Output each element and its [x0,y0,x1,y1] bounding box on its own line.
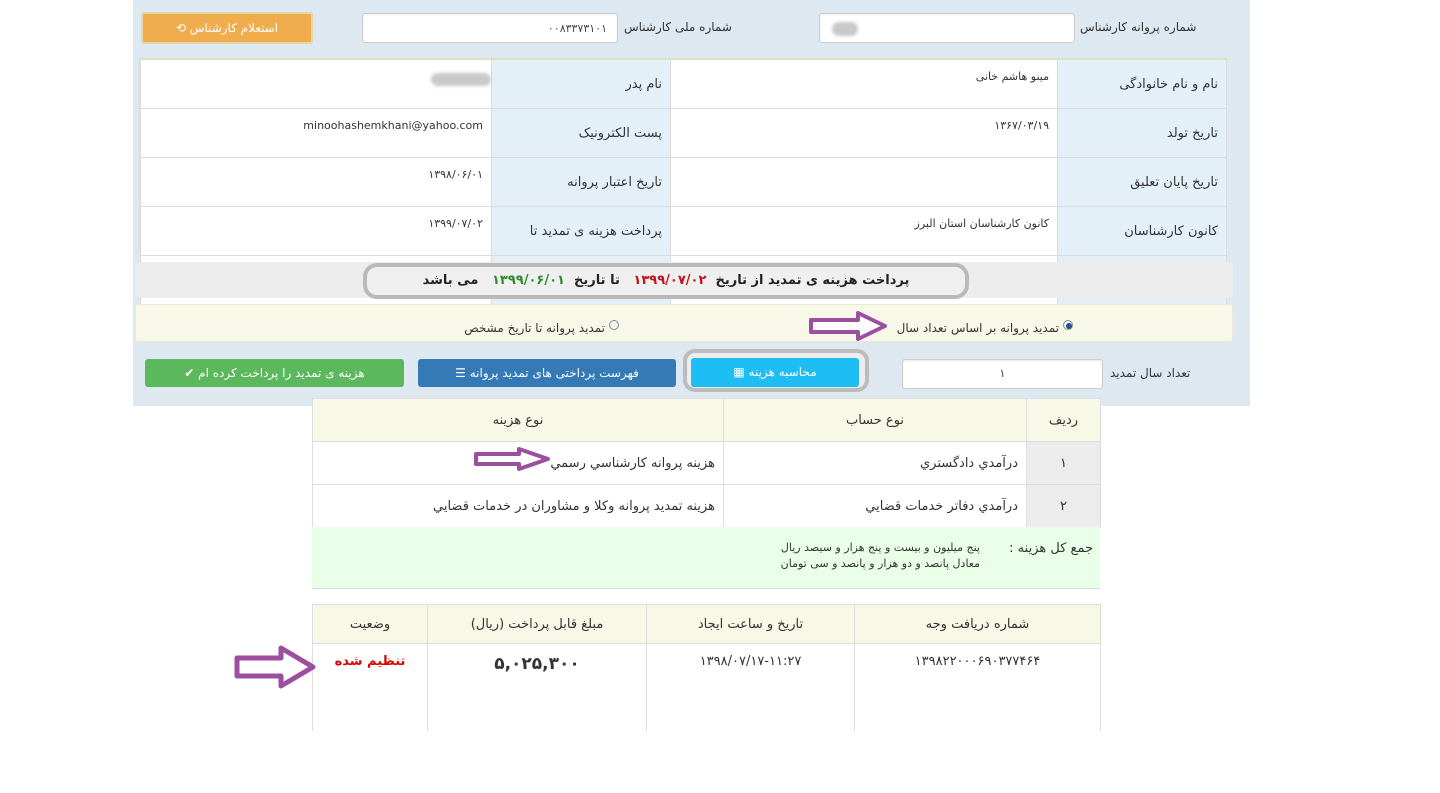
already-paid-button[interactable]: ✔ هزینه ی تمدید را پرداخت کرده ام [145,359,404,387]
fees-header-type: نوع هزینه [312,398,724,442]
fee-total-toman: معادل پانصد و دو هزار و پانصد و سی تومان [780,557,980,570]
refresh-icon: ⟲ [175,21,186,35]
fees-header-row-num: ردیف [1026,398,1101,442]
national-code-input[interactable]: ۰۰۸۳۳۷۳۱۰۱ [362,13,618,43]
fee-account: درآمدي دفاتر خدمات قضايي [723,484,1027,528]
redacted-value [832,22,858,36]
fees-header-account: نوع حساب [723,398,1027,442]
info-key: تاریخ اعتبار پروانه [491,157,671,207]
info-key: نام پدر [491,59,671,109]
banner-middle: تا تاریخ [574,273,620,288]
renewal-date-option-label: تمدید پروانه تا تاریخ مشخص [464,321,605,335]
info-value: minoohashemkhani@yahoo.com [140,108,492,158]
national-code-label: شماره ملی کارشناس [624,20,732,34]
license-number-input[interactable] [819,13,1075,43]
calc-fee-button[interactable]: ▦ محاسبه هزینه [691,358,859,387]
info-value [670,157,1058,207]
redacted-father-name [431,73,491,86]
already-paid-label: هزینه ی تمدید را پرداخت کرده ام [198,366,365,380]
annotation-arrow-icon [809,311,887,341]
fees-table: ردیف نوع حساب نوع هزینه ۱ درآمدي دادگستر… [312,398,1101,528]
inquiry-button-label: استعلام کارشناس [189,21,279,35]
check-icon: ✔ [184,366,195,380]
info-value: مینو هاشم خانی [670,59,1058,109]
annotation-arrow-icon [234,645,316,689]
payments-header-status: وضعیت [312,604,428,644]
fee-row-number: ۱ [1026,441,1101,485]
fee-total-words: پنج میلیون و بیست و پنج هزار و سیصد ریال… [680,540,980,572]
payments-table: شماره دریافت وجه تاریخ و ساعت ایجاد مبلغ… [312,604,1101,731]
renewal-years-radio[interactable] [1063,320,1073,330]
info-row: کانون کارشناسان کانون کارشناسان استان الب… [140,206,1227,256]
banner-prefix: پرداخت هزینه ی تمدید از تاریخ [715,273,910,288]
years-label: تعداد سال تمدید [1110,366,1191,380]
renewal-period-message: پرداخت هزینه ی تمدید از تاریخ ۱۳۹۹/۰۷/۰۲… [363,263,969,299]
payment-list-button[interactable]: ☰ فهرست پرداختی های تمدید پروانه [418,359,676,387]
table-row: ۱۳۹۸۲۲۰۰۰۶۹۰۳۷۷۴۶۴ ۱۳۹۸/۰۷/۱۷-۱۱:۲۷ ۵,۰۲… [312,643,1101,731]
info-key: کانون کارشناسان [1057,206,1227,256]
list-icon: ☰ [455,366,466,380]
info-key: پست الکترونیک [491,108,671,158]
payments-header-receipt: شماره دریافت وجه [854,604,1101,644]
payment-amount: ۵,۰۲۵,۳۰۰ [427,643,647,731]
info-key: تاریخ پایان تعلیق [1057,157,1227,207]
payment-list-label: فهرست پرداختی های تمدید پروانه [469,366,639,380]
table-row: ۱ درآمدي دادگستري هزينه پروانه كارشناسي … [312,441,1101,485]
renewal-date-radio[interactable] [609,320,619,330]
info-key: تاریخ تولد [1057,108,1227,158]
payments-header-created: تاریخ و ساعت ایجاد [646,604,855,644]
fee-type: هزينه تمدید پروانه وكلا و مشاوران در خدم… [312,484,724,528]
national-code-value: ۰۰۸۳۳۷۳۱۰۱ [547,22,607,35]
info-value: کانون کارشناسان استان البرز [670,206,1058,256]
years-input[interactable]: ۱ [902,359,1103,389]
info-key: پرداخت هزینه ی تمدید تا [491,206,671,256]
calculator-icon: ▦ [733,365,745,379]
renewal-years-option-label: تمدید پروانه بر اساس تعداد سال [896,321,1059,335]
fee-total-rial: پنج میلیون و بیست و پنج هزار و سیصد ریال [780,541,980,554]
fee-account: درآمدي دادگستري [723,441,1027,485]
calc-fee-label: محاسبه هزینه [748,365,817,379]
info-value: ۱۳۹۸/۰۶/۰۱ [140,157,492,207]
info-row: تاریخ پایان تعلیق تاریخ اعتبار پروانه ۱۳۹۸… [140,157,1227,207]
annotation-arrow-icon [474,447,550,471]
years-value: ۱ [999,367,1006,380]
license-number-label: شماره پروانه کارشناس [1080,20,1197,34]
info-value: ۱۳۶۷/۰۳/۱۹ [670,108,1058,158]
banner-suffix: می باشد [422,273,479,288]
table-row: ۲ درآمدي دفاتر خدمات قضايي هزينه تمدید پ… [312,484,1101,528]
payments-header-amount: مبلغ قابل پرداخت (ریال) [427,604,647,644]
info-key: نام و نام خانوادگی [1057,59,1227,109]
fee-row-number: ۲ [1026,484,1101,528]
payment-receipt-number: ۱۳۹۸۲۲۰۰۰۶۹۰۳۷۷۴۶۴ [854,643,1101,731]
fee-total-label: جمع کل هزینه : [1009,541,1093,556]
payment-status: تنظیم شده [312,643,428,731]
inquiry-button[interactable]: ⟲ استعلام کارشناس [141,12,313,44]
banner-from-date: ۱۳۹۹/۰۷/۰۲ [633,273,707,288]
expert-info-panel: نام و نام خانوادگی مینو هاشم خانی نام پدر ت… [139,58,1227,305]
info-row: نام و نام خانوادگی مینو هاشم خانی نام پدر [140,59,1227,109]
info-row: تاریخ تولد ۱۳۶۷/۰۳/۱۹ پست الکترونیک minooha… [140,108,1227,158]
banner-to-date: ۱۳۹۹/۰۶/۰۱ [492,273,565,288]
payment-created-at: ۱۳۹۸/۰۷/۱۷-۱۱:۲۷ [646,643,855,731]
info-value: ۱۳۹۹/۰۷/۰۲ [140,206,492,256]
